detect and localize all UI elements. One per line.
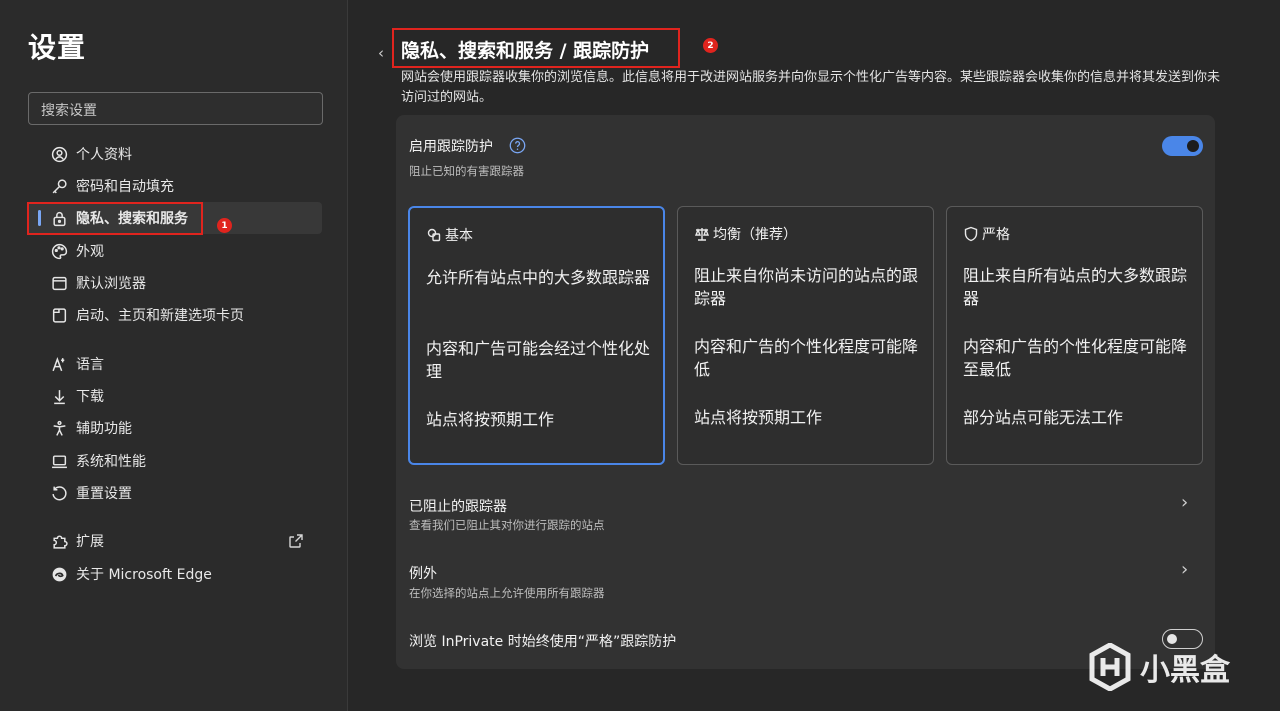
sidebar-item-label: 密码和自动填充 (76, 179, 174, 195)
enable-tracking-title: 启用跟踪防护 (409, 139, 493, 155)
level-line: 内容和广告的个性化程度可能降低 (694, 337, 919, 379)
page-description: 网站会使用跟踪器收集你的浏览信息。此信息将用于改进网站服务并向你显示个性化广告等… (401, 70, 1221, 105)
sidebar-item-passwords[interactable]: 密码和自动填充 (28, 170, 322, 202)
watermark-text: 小黑盒 (1140, 653, 1230, 688)
reset-icon (50, 484, 68, 502)
sidebar-item-label: 个人资料 (76, 147, 132, 163)
level-name: 严格 (982, 227, 1010, 243)
download-icon (50, 387, 68, 405)
sidebar: 设置 搜索设置 个人资料 密码和自动填充 隐私、搜索和服务 外观 默认浏览器 启… (0, 0, 348, 711)
search-input[interactable]: 搜索设置 (28, 92, 323, 125)
sidebar-item-label: 辅助功能 (76, 421, 132, 437)
sidebar-item-reset[interactable]: 重置设置 (28, 477, 322, 509)
chevron-right-icon[interactable]: › (1181, 492, 1188, 513)
accessibility-icon (50, 419, 68, 437)
level-name: 均衡（推荐） (713, 227, 797, 243)
level-head: 严格 (963, 224, 1010, 244)
level-line: 允许所有站点中的大多数跟踪器 (426, 268, 651, 287)
sidebar-item-label: 重置设置 (76, 486, 132, 502)
back-button[interactable]: ‹ (378, 44, 384, 62)
external-link-icon (288, 533, 304, 553)
blocked-trackers-subtitle: 查看我们已阻止其对你进行跟踪的站点 (409, 518, 605, 532)
home-tab-icon (50, 306, 68, 324)
level-card-strict[interactable]: 严格 阻止来自所有站点的大多数跟踪器 内容和广告的个性化程度可能降至最低 部分站… (946, 206, 1203, 465)
balance-scale-icon (694, 228, 710, 241)
chevron-right-icon[interactable]: › (1181, 559, 1188, 580)
level-card-basic[interactable]: 基本 允许所有站点中的大多数跟踪器 内容和广告可能会经过个性化处理 站点将按预期… (408, 206, 665, 465)
sidebar-item-about[interactable]: 关于 Microsoft Edge (28, 558, 322, 590)
key-icon (50, 177, 68, 195)
annotation-box-1 (27, 202, 203, 235)
sidebar-item-profile[interactable]: 个人资料 (28, 138, 322, 170)
annotation-badge-1: 1 (217, 218, 232, 233)
help-icon[interactable] (509, 137, 526, 158)
sidebar-item-label: 系统和性能 (76, 454, 146, 470)
sidebar-item-label: 启动、主页和新建选项卡页 (76, 308, 244, 324)
palette-icon (50, 242, 68, 260)
level-line: 内容和广告可能会经过个性化处理 (426, 339, 651, 381)
sidebar-item-startup[interactable]: 启动、主页和新建选项卡页 (28, 299, 322, 331)
laptop-icon (50, 452, 68, 470)
sidebar-item-accessibility[interactable]: 辅助功能 (28, 412, 322, 444)
annotation-box-2 (392, 28, 680, 68)
level-line: 站点将按预期工作 (426, 410, 555, 429)
exceptions-title[interactable]: 例外 (409, 563, 437, 583)
sidebar-item-system[interactable]: 系统和性能 (28, 445, 322, 477)
heybox-logo-icon (1089, 643, 1131, 691)
sidebar-item-label: 扩展 (76, 534, 104, 550)
level-line: 内容和广告的个性化程度可能降至最低 (963, 337, 1188, 379)
sidebar-item-default-browser[interactable]: 默认浏览器 (28, 267, 322, 299)
sidebar-item-extensions[interactable]: 扩展 (28, 525, 322, 557)
level-line: 站点将按预期工作 (694, 408, 823, 427)
level-head: 基本 (426, 225, 473, 245)
profile-icon (50, 145, 68, 163)
sidebar-item-appearance[interactable]: 外观 (28, 235, 322, 267)
annotation-badge-2: 2 (703, 38, 718, 53)
level-line: 阻止来自你尚未访问的站点的跟踪器 (694, 266, 919, 308)
enable-tracking-subtitle: 阻止已知的有害跟踪器 (409, 164, 524, 178)
settings-window: 设置 搜索设置 个人资料 密码和自动填充 隐私、搜索和服务 外观 默认浏览器 启… (0, 0, 1280, 711)
tracking-prevention-toggle[interactable] (1162, 136, 1203, 156)
browser-icon (50, 274, 68, 292)
level-line: 部分站点可能无法工作 (963, 408, 1124, 427)
sidebar-item-label: 下载 (76, 389, 104, 405)
edge-icon (50, 565, 68, 583)
exceptions-subtitle: 在你选择的站点上允许使用所有跟踪器 (409, 586, 605, 600)
puzzle-icon (50, 532, 68, 550)
sidebar-title: 设置 (28, 31, 87, 64)
level-name: 基本 (445, 228, 473, 244)
shield-icon (964, 226, 978, 242)
sidebar-item-label: 外观 (76, 244, 104, 260)
sidebar-item-label: 语言 (76, 357, 104, 373)
basic-icon (427, 228, 441, 242)
sidebar-item-label: 默认浏览器 (76, 276, 146, 292)
level-line: 阻止来自所有站点的大多数跟踪器 (963, 266, 1188, 308)
sidebar-item-downloads[interactable]: 下载 (28, 380, 322, 412)
level-head: 均衡（推荐） (694, 224, 797, 244)
level-card-balanced[interactable]: 均衡（推荐） 阻止来自你尚未访问的站点的跟踪器 内容和广告的个性化程度可能降低 … (677, 206, 934, 465)
blocked-trackers-title[interactable]: 已阻止的跟踪器 (409, 496, 507, 516)
watermark-logo: 小黑盒 (1088, 643, 1230, 691)
language-icon (50, 355, 68, 373)
inprivate-strict-title: 浏览 InPrivate 时始终使用“严格”跟踪防护 (409, 634, 677, 650)
sidebar-item-label: 关于 Microsoft Edge (76, 567, 212, 583)
sidebar-item-language[interactable]: 语言 (28, 348, 322, 380)
